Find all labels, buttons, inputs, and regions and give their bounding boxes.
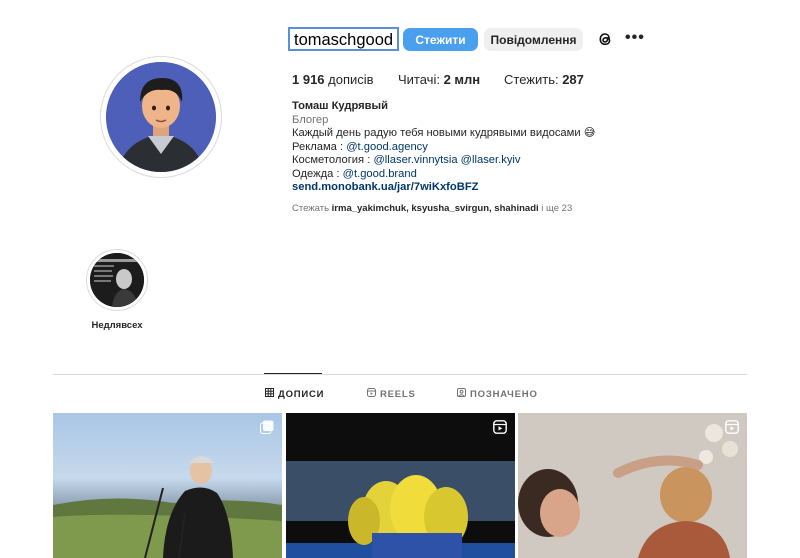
bio-clothes-line: Одежда : @t.good.brand [292,168,595,182]
posts-stat: 1 916 дописів [292,72,374,87]
clothes-label: Одежда : [292,167,343,180]
post-tile[interactable] [518,413,747,558]
reels-icon [367,388,376,400]
clothes-link[interactable]: @t.good.brand [343,168,417,180]
follow-button[interactable]: Стежити [403,28,478,51]
followers-count: 2 млн [443,72,481,87]
bio-name: Томаш Кудрявый [292,100,388,112]
ads-link[interactable]: @t.good.agency [346,141,428,153]
tab-posts[interactable]: ДОПИСИ [265,388,324,400]
bio-website-link[interactable]: send.monobank.ua/jar/7wiKxfoBFZ [292,181,595,195]
grid-icon [265,388,274,400]
reels-icon [725,420,739,434]
tab-reels-label: REELS [380,388,416,400]
more-options-icon[interactable]: ••• [625,30,645,46]
post-tile[interactable] [286,413,515,558]
following-stat[interactable]: Стежить: 287 [504,72,584,87]
cosmetics-label: Косметология : [292,154,374,166]
cosmetics-link-1[interactable]: @llaser.vinnytsia [373,154,457,166]
post-tile[interactable] [53,413,282,558]
bio-line-1: Каждый день радую тебя новыми кудрявыми … [292,127,596,139]
tab-tagged-label: ПОЗНАЧЕНО [470,388,538,400]
followed-by[interactable]: Стежать irma_yakimchuk, ksyusha_svirgun,… [292,203,572,214]
followed-by-prefix: Стежать [292,203,330,214]
highlight-label: Недлявсех [91,320,143,331]
posts-label: дописів [328,72,374,87]
tab-posts-label: ДОПИСИ [278,388,325,400]
highlight-cover [90,253,144,307]
following-label: Стежить: [504,72,559,87]
bio-cosmetics-line: Косметология : @llaser.vinnytsia @llaser… [292,154,595,168]
followed-by-suffix: і ще 23 [541,203,573,214]
highlight-item[interactable] [86,249,148,311]
avatar[interactable] [106,62,216,172]
profile-avatar-ring[interactable] [100,56,222,178]
bio-section: Томаш Кудрявый Блогер Каждый день радую … [292,100,595,195]
following-count: 287 [562,72,584,87]
carousel-icon [260,420,274,434]
message-button[interactable]: Повідомлення [484,28,583,51]
bio-category: Блогер [292,113,329,126]
posts-count: 1 916 [292,72,325,87]
active-tab-indicator [264,373,322,374]
profile-username: tomaschgood [288,27,400,51]
tabs-divider [53,374,747,375]
tagged-icon [457,388,466,400]
tab-tagged[interactable]: ПОЗНАЧЕНО [457,388,538,400]
tab-reels[interactable]: REELS [367,388,416,400]
cosmetics-link-2[interactable]: @llaser.kyiv [461,154,521,166]
followers-label: Читачі: [398,72,440,87]
ads-label: Реклама : [292,140,347,153]
threads-icon[interactable] [596,30,614,48]
followed-by-names: irma_yakimchuk, ksyusha_svirgun, shahina… [331,203,539,214]
bio-ads-line: Реклама : @t.good.agency [292,141,595,155]
reels-icon [493,420,507,434]
followers-stat[interactable]: Читачі: 2 млн [398,72,480,87]
